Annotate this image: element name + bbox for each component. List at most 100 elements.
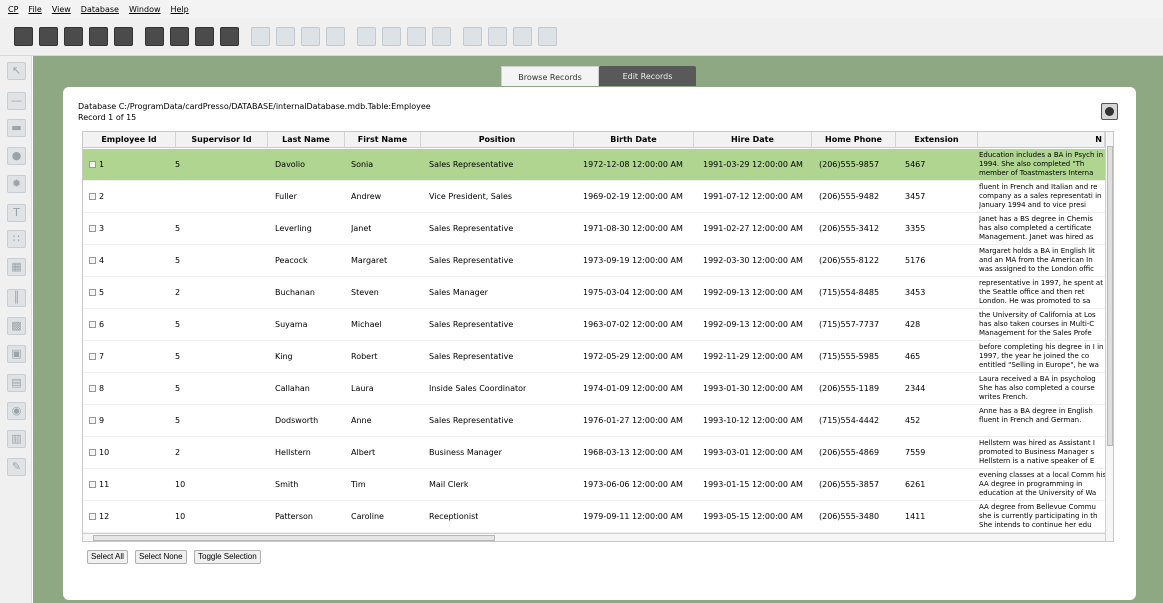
cell-first[interactable]: Caroline (351, 501, 384, 533)
table-row[interactable]: 10 2 Hellstern Albert Business Manager 1968-0… (83, 437, 1107, 469)
table-row[interactable]: 2 Fuller Andrew Vice President, Sales 1969-0… (83, 181, 1107, 213)
cell-birth[interactable]: 1963-07-02 12:00:00 AM (583, 309, 683, 341)
cell-first[interactable]: Steven (351, 277, 379, 309)
cell-last[interactable]: Davolio (275, 149, 305, 181)
line-icon[interactable]: — (7, 92, 26, 110)
cell-phone[interactable]: (715)554-8485 (819, 277, 879, 309)
column-header-employee-id[interactable]: Employee Id (83, 132, 176, 148)
cell-notes[interactable]: Laura received a BA in psycholog She has… (979, 375, 1107, 405)
save-icon[interactable] (64, 27, 83, 46)
cell-pos[interactable]: Business Manager (429, 437, 502, 469)
cell-last[interactable]: Dodsworth (275, 405, 318, 437)
tab-browse-records[interactable]: Browse Records (501, 66, 599, 86)
image-add-icon[interactable]: ▣ (7, 345, 26, 363)
cell-id[interactable]: 2 (99, 181, 104, 213)
cell-hire[interactable]: 1992-03-30 12:00:00 AM (703, 245, 803, 277)
table-row[interactable]: 6 5 Suyama Michael Sales Representative 1963-… (83, 309, 1107, 341)
cell-notes[interactable]: Margaret holds a BA in English lit and a… (979, 247, 1107, 277)
column-header-hire-date[interactable]: Hire Date (694, 132, 812, 148)
cell-ext[interactable]: 452 (905, 405, 920, 437)
menu-database[interactable]: Database (81, 5, 119, 14)
table-row[interactable]: 3 5 Leverling Janet Sales Representative 1971… (83, 213, 1107, 245)
counter-icon[interactable]: ∷ (7, 230, 26, 248)
cell-birth[interactable]: 1972-05-29 12:00:00 AM (583, 341, 683, 373)
column-header-last-name[interactable]: Last Name (268, 132, 345, 148)
cell-hire[interactable]: 1991-02-27 12:00:00 AM (703, 213, 803, 245)
row-checkbox[interactable] (89, 481, 96, 488)
print-icon[interactable] (114, 27, 133, 46)
menu-cp[interactable]: CP (8, 5, 18, 14)
cell-last[interactable]: Patterson (275, 501, 313, 533)
barcode-icon[interactable]: ║ (7, 289, 26, 307)
cell-hire[interactable]: 1992-09-13 12:00:00 AM (703, 309, 803, 341)
cell-last[interactable]: Smith (275, 469, 298, 501)
table-row[interactable]: 7 5 King Robert Sales Representative 1972-05-… (83, 341, 1107, 373)
menu-file[interactable]: File (28, 5, 41, 14)
cell-sup[interactable]: 2 (175, 277, 180, 309)
cell-sup[interactable]: 5 (175, 373, 180, 405)
cell-hire[interactable]: 1991-07-12 12:00:00 AM (703, 181, 803, 213)
cell-ext[interactable]: 3453 (905, 277, 925, 309)
cell-last[interactable]: Hellstern (275, 437, 311, 469)
cell-birth[interactable]: 1975-03-04 12:00:00 AM (583, 277, 683, 309)
cell-pos[interactable]: Receptionist (429, 501, 478, 533)
cell-first[interactable]: Robert (351, 341, 378, 373)
cell-phone[interactable]: (715)557-7737 (819, 309, 879, 341)
cell-ext[interactable]: 465 (905, 341, 920, 373)
row-checkbox[interactable] (89, 225, 96, 232)
cell-birth[interactable]: 1974-01-09 12:00:00 AM (583, 373, 683, 405)
previous-record-icon[interactable] (382, 27, 401, 46)
ellipse-icon[interactable]: ● (7, 147, 26, 165)
cell-sup[interactable]: 5 (175, 245, 180, 277)
cell-hire[interactable]: 1992-11-29 12:00:00 AM (703, 341, 803, 373)
cell-first[interactable]: Albert (351, 437, 375, 469)
cell-notes[interactable]: before completing his degree in I in 199… (979, 343, 1107, 373)
cell-id[interactable]: 11 (99, 469, 109, 501)
image-icon[interactable]: ▤ (7, 374, 26, 392)
cell-id[interactable]: 7 (99, 341, 104, 373)
open-icon[interactable] (39, 27, 58, 46)
cell-first[interactable]: Laura (351, 373, 374, 405)
cell-first[interactable]: Andrew (351, 181, 381, 213)
cell-last[interactable]: Fuller (275, 181, 297, 213)
cell-pos[interactable]: Sales Representative (429, 149, 513, 181)
encoding-icon[interactable] (220, 27, 239, 46)
row-checkbox[interactable] (89, 193, 96, 200)
star-icon[interactable]: ✹ (7, 175, 26, 193)
cell-sup[interactable]: 5 (175, 405, 180, 437)
db-record-icon[interactable] (276, 27, 295, 46)
cell-pos[interactable]: Sales Representative (429, 341, 513, 373)
first-record-icon[interactable] (357, 27, 376, 46)
cell-notes[interactable]: Education includes a BA in Psych in 1994… (979, 151, 1107, 181)
cell-ext[interactable]: 1411 (905, 501, 925, 533)
signature-icon[interactable]: ✎ (7, 458, 26, 476)
cell-phone[interactable]: (715)555-5985 (819, 341, 879, 373)
select-all-button[interactable]: Select All (87, 550, 128, 564)
db-refresh-icon[interactable] (326, 27, 345, 46)
menu-window[interactable]: Window (129, 5, 161, 14)
row-checkbox[interactable] (89, 161, 96, 168)
cell-id[interactable]: 3 (99, 213, 104, 245)
cell-ext[interactable]: 2344 (905, 373, 925, 405)
table-row[interactable]: 9 5 Dodsworth Anne Sales Representative 1976-… (83, 405, 1107, 437)
cell-notes[interactable]: AA degree from Bellevue Commu she is cur… (979, 503, 1107, 533)
cell-phone[interactable]: (206)555-1189 (819, 373, 879, 405)
cell-ext[interactable]: 6261 (905, 469, 925, 501)
cell-sup[interactable]: 5 (175, 149, 180, 181)
table-row[interactable]: 1 5 Davolio Sonia Sales Representative 1972-1… (83, 149, 1107, 181)
cell-notes[interactable]: Hellstern was hired as Assistant I promo… (979, 439, 1107, 469)
cell-notes[interactable]: evening classes at a local Comm his AA d… (979, 471, 1107, 501)
cell-last[interactable]: Callahan (275, 373, 310, 405)
cell-notes[interactable]: the University of California at Los has … (979, 311, 1107, 341)
cell-pos[interactable]: Inside Sales Coordinator (429, 373, 526, 405)
cell-id[interactable]: 4 (99, 245, 104, 277)
cell-id[interactable]: 10 (99, 437, 109, 469)
cell-pos[interactable]: Sales Representative (429, 245, 513, 277)
horizontal-scroll-thumb[interactable] (93, 535, 495, 541)
vertical-scrollbar[interactable] (1105, 132, 1113, 541)
calendar-icon[interactable]: ▦ (7, 258, 26, 276)
select-none-button[interactable]: Select None (135, 550, 187, 564)
cell-phone[interactable]: (206)555-4869 (819, 437, 879, 469)
cell-birth[interactable]: 1969-02-19 12:00:00 AM (583, 181, 683, 213)
column-header-first-name[interactable]: First Name (345, 132, 421, 148)
